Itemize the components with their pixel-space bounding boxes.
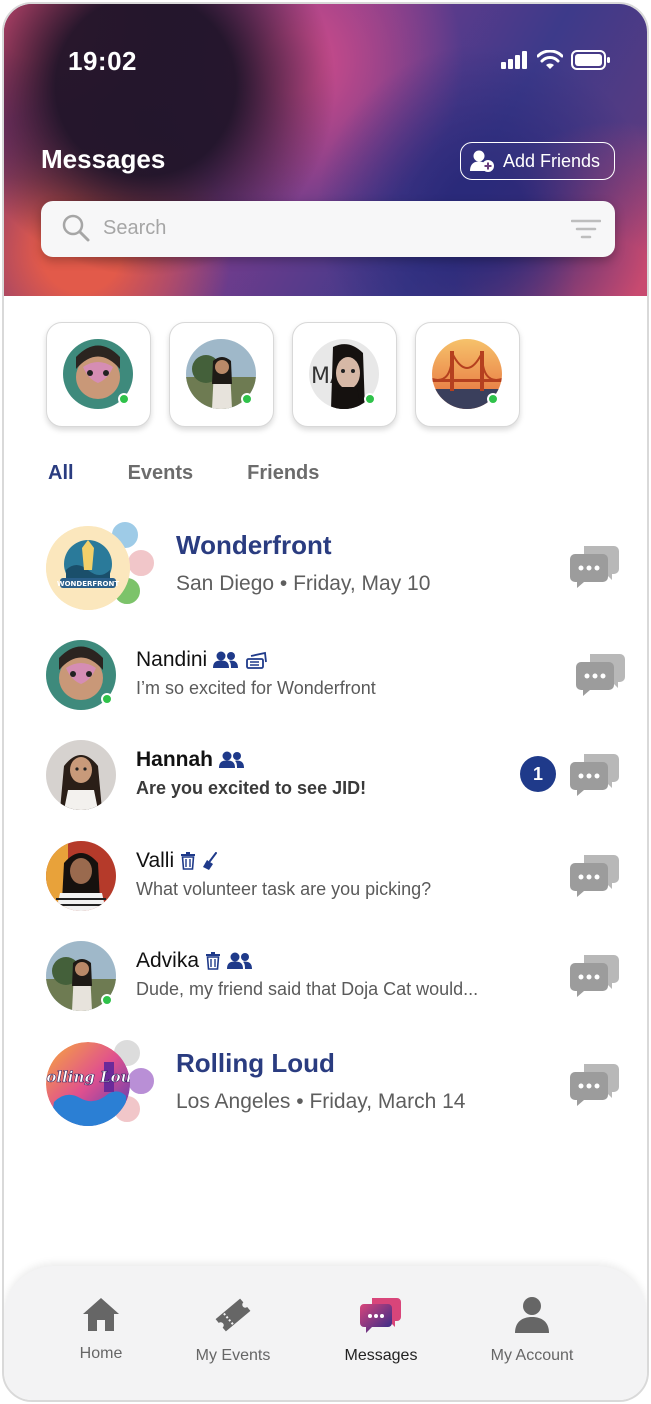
conversation-advika[interactable]: Advika Dude, my friend said that Doja Ca… [4, 937, 647, 1017]
story-card[interactable]: MA [292, 322, 397, 427]
online-indicator [487, 393, 499, 405]
search-input[interactable]: Search [103, 217, 166, 240]
tab-friends[interactable]: Friends [247, 462, 319, 485]
member-avatar-icon [126, 548, 156, 578]
friends-icon [213, 651, 239, 668]
avatar [46, 740, 116, 810]
friends-icon [227, 952, 253, 969]
online-indicator [101, 693, 113, 705]
chat-bubbles-icon[interactable] [570, 544, 620, 588]
status-time: 19:02 [68, 46, 137, 76]
event-subtitle: San Diego • Friday, May 10 [176, 572, 431, 595]
story-card[interactable] [169, 322, 274, 427]
story-card[interactable] [415, 322, 520, 427]
contact-name: Advika [136, 949, 200, 972]
chat-bubbles-icon[interactable] [576, 652, 626, 696]
filter-icon[interactable] [571, 219, 601, 239]
chat-bubbles-icon[interactable] [570, 853, 620, 897]
messages-icon [360, 1298, 401, 1333]
conversation-nandini[interactable]: Nandini I’m so excited for Wonderfront [4, 636, 647, 716]
contact-name-row: Valli [136, 849, 218, 873]
member-avatar-icon [126, 1066, 156, 1096]
chat-bubbles-icon[interactable] [570, 953, 620, 997]
story-row: MA [46, 322, 520, 427]
chat-bubbles-icon[interactable] [570, 752, 620, 796]
nav-label: My Events [195, 1347, 271, 1364]
event-subtitle: Los Angeles • Friday, March 14 [176, 1090, 466, 1113]
tab-all[interactable]: All [48, 462, 74, 485]
conversation-valli[interactable]: Valli What volunteer task are you pickin… [4, 837, 647, 917]
trash-icon [206, 952, 221, 970]
chat-bubbles-icon[interactable] [570, 1062, 620, 1106]
contact-name-row: Advika [136, 949, 253, 973]
contact-name: Valli [136, 849, 175, 872]
home-icon [83, 1298, 119, 1331]
ticket-icon [215, 1298, 251, 1332]
bottom-nav: Home My Events Messages My Account [4, 1266, 647, 1400]
unread-badge: 1 [520, 756, 556, 792]
contact-name-row: Nandini [136, 648, 268, 672]
online-indicator [241, 393, 253, 405]
event-logo: WONDERFRONT [46, 526, 130, 610]
search-icon [62, 214, 90, 242]
contact-name-row: Hannah [136, 748, 245, 772]
search-bar[interactable]: Search [41, 201, 615, 257]
nav-my-account[interactable]: My Account [467, 1296, 597, 1365]
nav-label: Messages [344, 1347, 418, 1364]
avatar [46, 841, 116, 911]
filter-tabs: All Events Friends [48, 462, 319, 485]
event-title: Wonderfront [176, 530, 332, 560]
message-preview: What volunteer task are you picking? [136, 879, 432, 899]
contact-name: Hannah [136, 748, 214, 771]
wifi-icon [537, 50, 563, 69]
trash-icon [181, 852, 196, 870]
add-friends-button[interactable]: Add Friends [460, 142, 615, 180]
page-title: Messages [41, 144, 166, 174]
online-indicator [364, 393, 376, 405]
add-friends-label: Add Friends [503, 150, 601, 171]
conversation-hannah[interactable]: Hannah Are you excited to see JID! 1 [4, 736, 647, 816]
battery-icon [571, 50, 610, 70]
phone-frame: 19:02 Messages Add Friends Search MA All… [2, 2, 649, 1402]
signal-icon [501, 51, 527, 69]
conversation-event-wonderfront[interactable]: WONDERFRONT Wonderfront San Diego • Frid… [4, 520, 647, 614]
message-preview: I’m so excited for Wonderfront [136, 678, 376, 698]
story-card[interactable] [46, 322, 151, 427]
nav-messages[interactable]: Messages [316, 1296, 446, 1365]
friends-icon [219, 751, 245, 768]
event-title: Rolling Loud [176, 1048, 335, 1078]
contact-name: Nandini [136, 648, 208, 671]
event-logo: Rolling Loud [46, 1042, 130, 1126]
add-user-icon [470, 150, 494, 172]
message-preview: Dude, my friend said that Doja Cat would… [136, 979, 479, 999]
conversation-event-rolling-loud[interactable]: Rolling Loud Rolling Loud Los Angeles • … [4, 1038, 647, 1132]
online-indicator [118, 393, 130, 405]
nav-my-events[interactable]: My Events [168, 1296, 298, 1365]
nav-home[interactable]: Home [36, 1296, 166, 1363]
event-logo-text: WONDERFRONT [57, 580, 119, 588]
ticket-stack-icon [246, 651, 268, 669]
broom-icon [203, 852, 218, 870]
event-logo-text: Rolling Loud [46, 1068, 130, 1086]
account-icon [515, 1297, 549, 1333]
nav-label: Home [79, 1345, 123, 1362]
online-indicator [101, 994, 113, 1006]
message-preview: Are you excited to see JID! [136, 778, 367, 798]
tab-events[interactable]: Events [128, 462, 194, 485]
nav-label: My Account [490, 1347, 574, 1364]
status-icons [501, 50, 611, 70]
header: 19:02 Messages Add Friends Search [4, 4, 647, 296]
